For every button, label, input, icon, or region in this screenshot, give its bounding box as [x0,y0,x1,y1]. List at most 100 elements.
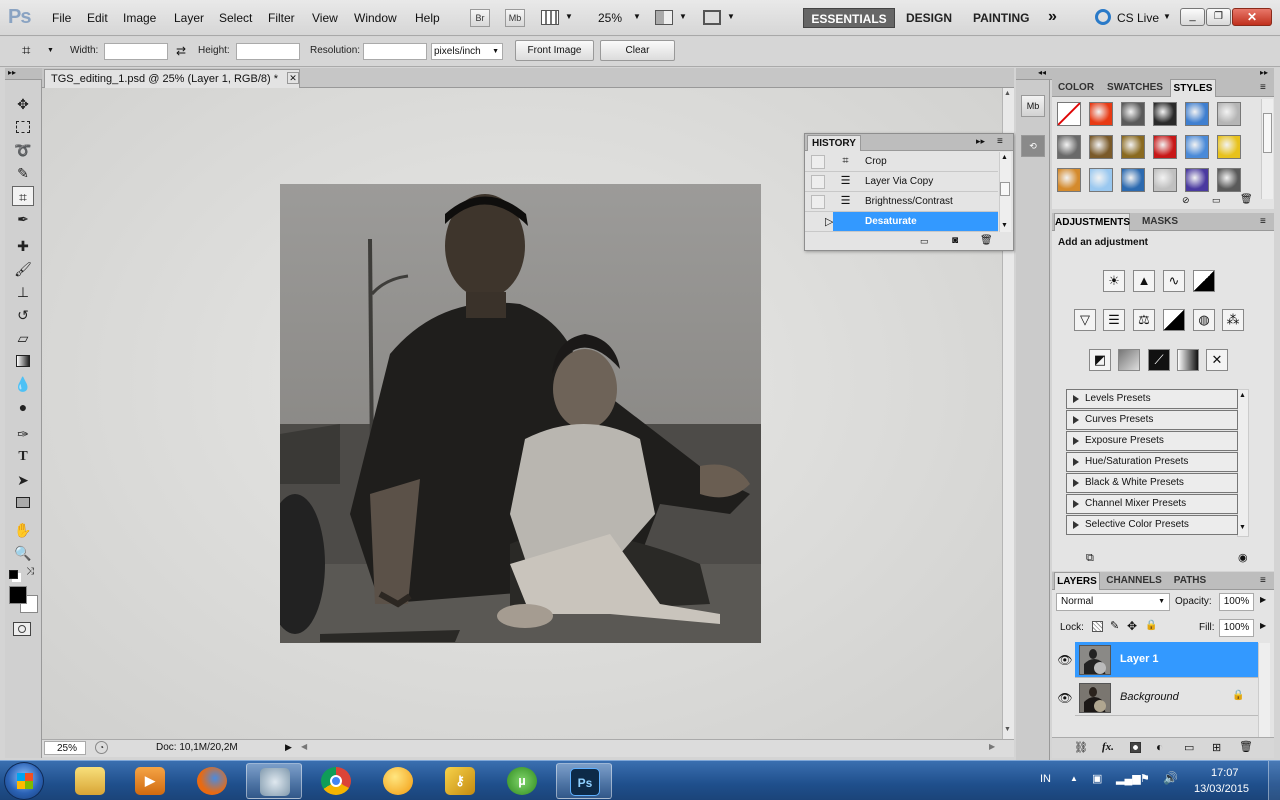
panel-menu-icon[interactable]: ≡ [1260,575,1266,586]
opacity-slider-arrow-icon[interactable]: ▶ [1260,595,1266,604]
arrange-documents-icon[interactable] [655,10,673,25]
history-state-desaturate[interactable]: ▷ ☰ Desaturate [805,212,998,232]
tab-adjustments[interactable]: ADJUSTMENTS [1054,213,1130,231]
style-swatch[interactable] [1057,102,1081,126]
style-swatch[interactable] [1217,135,1241,159]
bridge-button[interactable]: Br [470,9,490,27]
width-field[interactable] [104,43,168,60]
style-swatch[interactable] [1185,135,1209,159]
blend-mode-select[interactable]: Normal ▼ [1056,593,1170,611]
healing-brush-tool-icon[interactable]: ✚ [12,236,34,256]
menu-file[interactable]: File [52,11,71,25]
workspace-design[interactable]: DESIGN [906,8,952,28]
taskbar-messenger[interactable] [370,763,426,799]
document-photo[interactable] [280,184,761,643]
style-swatch[interactable] [1217,102,1241,126]
tab-styles[interactable]: STYLES [1170,79,1216,97]
rectangle-tool-icon[interactable] [12,493,34,513]
style-swatch[interactable] [1089,102,1113,126]
history-panel-button[interactable]: ⟲ [1021,135,1045,157]
vibrance-icon[interactable]: ▽ [1074,309,1096,331]
eraser-tool-icon[interactable]: ▱ [12,328,34,348]
gradient-map-icon[interactable] [1177,349,1199,371]
dock-collapse-icon[interactable]: ◂◂ [1016,68,1052,80]
history-brush-tool-icon[interactable]: ↺ [12,305,34,325]
channel-mixer-icon[interactable]: ⁂ [1222,309,1244,331]
new-document-from-state-icon[interactable]: ▭ [920,236,929,247]
preset-exposure[interactable]: Exposure Presets [1066,431,1238,451]
style-swatch[interactable] [1089,135,1113,159]
scroll-up-icon[interactable]: ▲ [1004,90,1011,97]
taskbar-photoshop[interactable]: Ps [556,763,612,799]
preset-black-white[interactable]: Black & White Presets [1066,473,1238,493]
resolution-field[interactable] [363,43,427,60]
default-colors-icon[interactable] [9,570,18,579]
scroll-up-icon[interactable]: ▲ [1239,392,1246,399]
clock-date[interactable]: 13/03/2015 [1194,783,1249,795]
styles-scrollbar[interactable] [1261,99,1273,199]
levels-icon[interactable]: ▲ [1133,270,1155,292]
new-style-icon[interactable]: ▭ [1212,195,1221,206]
menu-view[interactable]: View [312,11,338,25]
style-swatch[interactable] [1153,168,1177,192]
selective-color-icon[interactable]: ✕ [1206,349,1228,371]
lock-position-icon[interactable]: ✥ [1127,619,1137,633]
zoom-tool-icon[interactable]: 🔍 [12,543,34,563]
trash-icon[interactable]: 🗑 [980,235,993,246]
brightness-contrast-icon[interactable]: ☀ [1103,270,1125,292]
start-button[interactable] [4,762,44,800]
threshold-icon[interactable]: ⟋ [1148,349,1170,371]
style-swatch[interactable] [1121,102,1145,126]
tray-app-icon[interactable]: ▣ [1092,772,1102,785]
taskbar-search-app[interactable] [246,763,302,799]
clone-stamp-tool-icon[interactable]: ⊥ [12,282,34,302]
style-swatch[interactable] [1057,168,1081,192]
panel-menu-icon[interactable]: ≡ [1260,216,1266,227]
taskbar-explorer[interactable] [62,763,118,799]
action-center-icon[interactable]: ⚑ [1140,772,1150,785]
toolbox-collapse-icon[interactable]: ▸▸ [5,68,42,80]
chevron-down-icon[interactable]: ▼ [633,12,641,21]
new-snapshot-icon[interactable]: ◙ [952,235,958,246]
lasso-tool-icon[interactable]: ➰ [12,140,34,160]
style-swatch[interactable] [1121,168,1145,192]
lock-transparent-icon[interactable] [1092,621,1103,632]
taskbar-media-player[interactable]: ▶ [122,763,178,799]
exposure-icon[interactable] [1193,270,1215,292]
resolution-units-select[interactable]: pixels/inch ▼ [431,43,503,60]
blur-tool-icon[interactable]: 💧 [12,374,34,394]
quick-mask-icon[interactable] [13,622,31,636]
minimize-button[interactable]: _ [1180,8,1205,26]
layer-visibility-eye-icon[interactable]: 👁 [1057,642,1073,678]
menu-edit[interactable]: Edit [87,11,108,25]
layer-style-icon[interactable]: fx. [1102,741,1114,753]
taskbar-firefox[interactable] [184,763,240,799]
marquee-tool-icon[interactable] [12,117,34,137]
photo-filter-icon[interactable]: ◍ [1193,309,1215,331]
dodge-tool-icon[interactable]: ● [12,397,34,417]
document-tab[interactable]: TGS_editing_1.psd @ 25% (Layer 1, RGB/8)… [44,69,300,88]
eyedropper-tool-icon[interactable]: ✒ [12,209,34,229]
tab-layers[interactable]: LAYERS [1054,572,1100,590]
panel-menu-icon[interactable]: ≡ [1260,82,1266,93]
menu-image[interactable]: Image [123,11,156,25]
clear-style-icon[interactable]: ⊘ [1182,195,1190,206]
style-swatch[interactable] [1057,135,1081,159]
status-menu-arrow-icon[interactable]: ▶ [285,742,292,753]
show-desktop-button[interactable] [1268,761,1280,800]
preset-curves[interactable]: Curves Presets [1066,410,1238,430]
tab-channels[interactable]: CHANNELS [1104,572,1164,590]
language-indicator[interactable]: IN [1040,773,1051,785]
tab-swatches[interactable]: SWATCHES [1102,79,1168,97]
layer-row-background[interactable]: Background 🔒 [1075,680,1258,716]
volume-icon[interactable]: 🔊 [1163,771,1178,785]
invert-icon[interactable]: ◩ [1089,349,1111,371]
preset-selective-color[interactable]: Selective Color Presets [1066,515,1238,535]
close-document-icon[interactable]: ✕ [287,72,299,84]
taskbar-tool[interactable]: ⚷ [432,763,488,799]
add-mask-icon[interactable] [1130,742,1141,753]
trash-icon[interactable]: 🗑 [1240,194,1253,205]
show-hidden-icons-icon[interactable]: ▲ [1070,774,1078,783]
front-image-button[interactable]: Front Image [515,40,594,61]
type-tool-icon[interactable]: T [12,447,34,467]
